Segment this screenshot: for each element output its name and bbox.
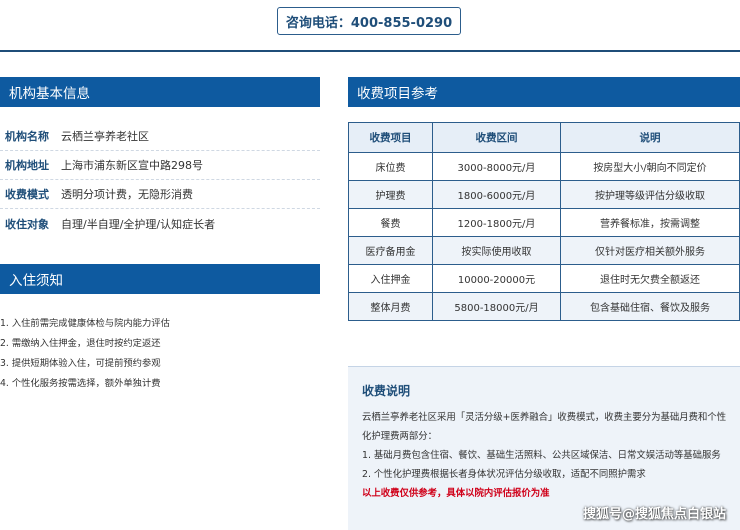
info-row-name: 机构名称 云栖兰亭养老社区 [0,122,320,151]
info-label: 机构名称 [5,130,49,143]
table-row: 入住押金 10000-20000元 退住时无欠费全额返还 [348,264,740,293]
table-cell: 护理费 [348,180,433,209]
info-value: 云栖兰亭养老社区 [61,130,149,143]
table-cell: 1800-6000元/月 [432,180,561,209]
column-header: 收费区间 [432,122,561,153]
fees-header: 收费项目参考 [348,77,740,107]
basic-info-header: 机构基本信息 [0,77,320,107]
table-row: 床位费 3000-8000元/月 按房型大小/朝向不同定价 [348,152,740,181]
table-cell: 按实际使用收取 [432,236,561,265]
list-item: 1. 入住前需完成健康体检与院内能力评估 [0,318,170,329]
table-cell: 床位费 [348,152,433,181]
info-value: 透明分项计费，无隐形消费 [61,188,193,201]
table-cell: 1200-1800元/月 [432,208,561,237]
info-value: 自理/半自理/全护理/认知症长者 [61,217,216,231]
column-header: 说明 [560,122,740,153]
info-value: 上海市浦东新区宣中路298号 [61,159,203,172]
list-item: 3. 提供短期体验入住，可提前预约参观 [0,358,161,369]
fee-note-title: 收费说明 [362,384,411,398]
table-cell: 按护理等级评估分级收取 [560,180,740,209]
fee-table: 收费项目 收费区间 说明 床位费 3000-8000元/月 按房型大小/朝向不同… [348,122,740,321]
table-cell: 餐费 [348,208,433,237]
table-cell: 退住时无欠费全额返还 [560,264,740,293]
info-label: 机构地址 [5,159,49,172]
list-item: 2. 需缴纳入住押金，退住时按约定返还 [0,338,161,349]
table-row: 护理费 1800-6000元/月 按护理等级评估分级收取 [348,180,740,209]
table-cell: 10000-20000元 [432,264,561,293]
list-item: 4. 个性化服务按需选择，额外单独计费 [0,378,161,389]
info-label: 收费模式 [5,188,49,201]
table-cell: 仅针对医疗相关额外服务 [560,236,740,265]
column-header: 收费项目 [348,122,433,153]
fee-note-paragraph: 云栖兰亭养老社区采用「灵活分级+医养融合」收费模式，收费主要分为基础月费和个性化… [362,412,727,442]
table-cell: 入住押金 [348,264,433,293]
table-cell: 营养餐标准，按需调整 [560,208,740,237]
table-header-row: 收费项目 收费区间 说明 [348,122,740,153]
watermark: 搜狐号@搜狐焦点白银站 [582,507,726,522]
info-label: 收住对象 [5,217,49,231]
admission-list: 1. 入住前需完成健康体检与院内能力评估 2. 需缴纳入住押金，退住时按约定返还… [0,312,320,392]
admission-header: 入住须知 [0,264,320,294]
table-cell: 包含基础住宿、餐饮及服务 [560,292,740,321]
basic-info-list: 机构名称 云栖兰亭养老社区 机构地址 上海市浦东新区宣中路298号 收费模式 透… [0,122,320,238]
table-cell: 按房型大小/朝向不同定价 [560,152,740,181]
info-row-address: 机构地址 上海市浦东新区宣中路298号 [0,151,320,180]
fee-note-paragraph: 1. 基础月费包含住宿、餐饮、基础生活照料、公共区域保洁、日常文娱活动等基础服务 [362,450,721,461]
table-cell: 5800-18000元/月 [432,292,561,321]
table-cell: 3000-8000元/月 [432,152,561,181]
fee-note-paragraph: 2. 个性化护理费根据长者身体状况评估分级收取，适配不同照护需求 [362,469,646,480]
divider [0,50,740,52]
hotline-button[interactable]: 咨询电话：400-855-0290 [277,7,461,35]
info-row-target: 收住对象 自理/半自理/全护理/认知症长者 [0,209,320,238]
table-cell: 医疗备用金 [348,236,433,265]
table-row: 医疗备用金 按实际使用收取 仅针对医疗相关额外服务 [348,236,740,265]
fee-note-warning: 以上收费仅供参考，具体以院内评估报价为准 [362,488,550,499]
table-row: 餐费 1200-1800元/月 营养餐标准，按需调整 [348,208,740,237]
info-row-billing: 收费模式 透明分项计费，无隐形消费 [0,180,320,209]
table-row: 整体月费 5800-18000元/月 包含基础住宿、餐饮及服务 [348,292,740,321]
table-cell: 整体月费 [348,292,433,321]
